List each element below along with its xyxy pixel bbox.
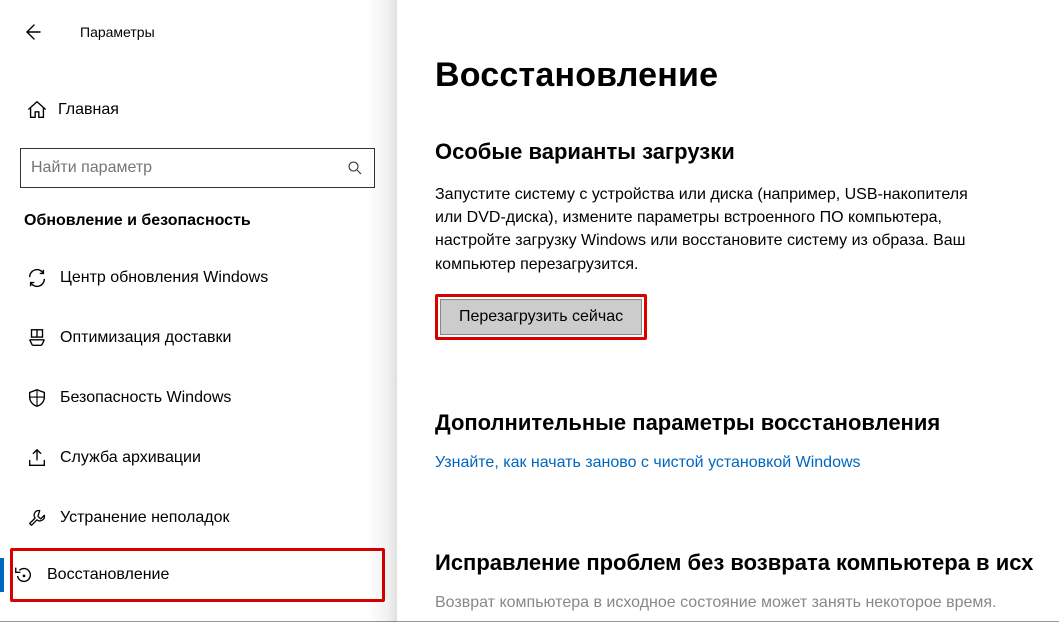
window-title: Параметры bbox=[62, 24, 155, 40]
sidebar-item-troubleshoot[interactable]: Устранение неполадок bbox=[0, 488, 395, 548]
sidebar: Параметры Главная Обновление и безопасно… bbox=[0, 0, 395, 622]
backup-icon bbox=[26, 447, 60, 469]
back-button[interactable] bbox=[22, 22, 62, 42]
wrench-icon bbox=[26, 507, 60, 529]
shield-icon bbox=[26, 387, 60, 409]
sidebar-section-title: Обновление и безопасность bbox=[24, 212, 375, 230]
fresh-start-link[interactable]: Узнайте, как начать заново с чистой уста… bbox=[435, 454, 861, 472]
restart-now-button[interactable]: Перезагрузить сейчас bbox=[440, 299, 642, 335]
recovery-icon bbox=[13, 564, 47, 586]
delivery-icon bbox=[26, 327, 60, 349]
highlight-box: Перезагрузить сейчас bbox=[435, 294, 647, 340]
sidebar-item-windows-update[interactable]: Центр обновления Windows bbox=[0, 248, 395, 308]
sync-icon bbox=[26, 267, 60, 289]
sidebar-home[interactable]: Главная bbox=[20, 80, 375, 140]
sidebar-item-label: Безопасность Windows bbox=[60, 389, 231, 407]
sidebar-item-label: Оптимизация доставки bbox=[60, 329, 231, 347]
page-title: Восстановление bbox=[435, 56, 1059, 95]
section-heading-advanced-startup: Особые варианты загрузки bbox=[435, 139, 1059, 165]
sidebar-item-delivery-optimization[interactable]: Оптимизация доставки bbox=[0, 308, 395, 368]
selected-indicator bbox=[0, 558, 4, 592]
search-icon bbox=[346, 159, 364, 177]
section-text-advanced-startup: Запустите систему с устройства или диска… bbox=[435, 183, 995, 276]
section-heading-more-recovery: Дополнительные параметры восстановления bbox=[435, 410, 1059, 436]
sidebar-item-label: Центр обновления Windows bbox=[60, 269, 268, 287]
sidebar-item-windows-security[interactable]: Безопасность Windows bbox=[0, 368, 395, 428]
content-area: Восстановление Особые варианты загрузки … bbox=[395, 0, 1059, 622]
sidebar-home-label: Главная bbox=[58, 101, 119, 119]
section-heading-fix-problems: Исправление проблем без возврата компьют… bbox=[435, 550, 1059, 576]
sidebar-item-label: Восстановление bbox=[47, 566, 169, 584]
sidebar-item-label: Устранение неполадок bbox=[60, 509, 229, 527]
arrow-left-icon bbox=[22, 22, 42, 42]
home-icon bbox=[26, 99, 58, 121]
section-text-fix-problems: Возврат компьютера в исходное состояние … bbox=[435, 594, 995, 612]
search-input[interactable] bbox=[20, 148, 375, 188]
sidebar-item-label: Служба архивации bbox=[60, 449, 201, 467]
sidebar-item-recovery[interactable]: Восстановление bbox=[10, 548, 385, 602]
sidebar-item-backup[interactable]: Служба архивации bbox=[0, 428, 395, 488]
window-header: Параметры bbox=[20, 12, 375, 52]
search-field[interactable] bbox=[31, 159, 346, 177]
